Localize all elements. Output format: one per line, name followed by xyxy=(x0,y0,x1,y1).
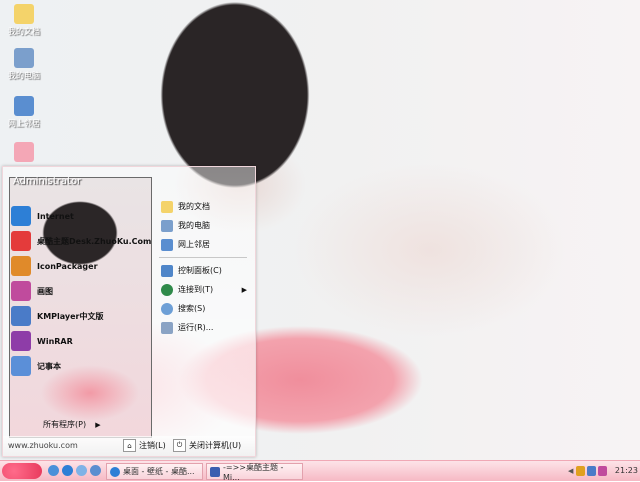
network-tray-icon[interactable] xyxy=(587,465,597,476)
start-menu-footer: www.zhuoku.com ⌂ 注销(L) ⏻ 关闭计算机(U) xyxy=(3,436,255,456)
system-run[interactable]: 运行(R)... xyxy=(155,318,251,337)
shutdown-button[interactable]: ⏻ 关闭计算机(U) xyxy=(173,439,241,452)
system-tray: ◀ 21:23 xyxy=(568,463,638,478)
system-control-panel[interactable]: 控制面板(C) xyxy=(155,261,251,280)
shutdown-label: 关闭计算机(U) xyxy=(189,441,242,450)
place-network[interactable]: 网上邻居 xyxy=(155,235,251,254)
desktop-icon-label: 我的文档 xyxy=(8,27,40,36)
taskbar-button-document[interactable]: -=>>桌酷主题 - Mi... xyxy=(206,462,303,482)
desktop-icon-my-computer[interactable]: 我的电脑 xyxy=(2,48,46,81)
place-my-computer[interactable]: 我的电脑 xyxy=(155,216,251,235)
all-programs-button[interactable]: 所有程序(P) ▶ xyxy=(43,419,101,430)
desktop-icon-my-documents[interactable]: 我的文档 xyxy=(2,4,46,37)
program-winrar[interactable]: WinRAR xyxy=(11,330,73,352)
program-label: WinRAR xyxy=(37,336,73,346)
desktop-icon-label: 网上邻居 xyxy=(8,119,40,128)
iconpackager-icon xyxy=(11,256,31,276)
taskbar: 桌面 - 壁纸 - 桌酷... -=>>桌酷主题 - Mi... ◀ 21:23 xyxy=(0,460,640,482)
start-menu: Administrator Internet 桌酷主题Desk.ZhuoKu.C… xyxy=(2,166,256,457)
desktop-icon-network[interactable]: 网上邻居 xyxy=(2,96,46,129)
desktop-icon-label: 我的电脑 xyxy=(8,71,40,80)
ie-quicklaunch-icon[interactable] xyxy=(62,465,73,476)
media-quicklaunch-icon[interactable] xyxy=(76,465,87,476)
zhuoku-icon xyxy=(11,231,31,251)
computer-icon xyxy=(14,48,34,68)
start-menu-places-pane: 我的文档 我的电脑 网上邻居 控制面板(C) 连接到(T) ▶ 搜索(S) 运行… xyxy=(155,197,251,337)
place-my-documents[interactable]: 我的文档 xyxy=(155,197,251,216)
network-icon xyxy=(14,96,34,116)
program-kmplayer[interactable]: KMPlayer中文版 xyxy=(11,305,104,327)
place-label: 网上邻居 xyxy=(178,240,210,249)
system-label: 控制面板(C) xyxy=(178,266,222,275)
start-button[interactable] xyxy=(2,463,42,479)
program-label: 桌酷主题Desk.ZhuoKu.Com xyxy=(37,236,152,246)
website-label: www.zhuoku.com xyxy=(8,441,78,450)
system-label: 连接到(T) xyxy=(178,285,214,294)
explorer-quicklaunch-icon[interactable] xyxy=(90,465,101,476)
winrar-icon xyxy=(11,331,31,351)
network-icon xyxy=(161,238,173,251)
run-icon xyxy=(161,321,173,334)
chevron-right-icon: ▶ xyxy=(88,421,101,429)
program-label: Internet xyxy=(37,211,74,221)
program-zhuoku[interactable]: 桌酷主题Desk.ZhuoKu.Com xyxy=(11,230,151,252)
power-icon: ⏻ xyxy=(173,439,186,452)
folder-icon xyxy=(14,4,34,24)
user-name: Administrator xyxy=(13,176,82,187)
all-programs-label: 所有程序(P) xyxy=(43,420,87,429)
task-label: -=>>桌酷主题 - Mi... xyxy=(223,462,284,482)
place-label: 我的电脑 xyxy=(178,221,210,230)
program-label: 记事本 xyxy=(37,361,61,371)
browser-icon xyxy=(110,466,120,477)
kmplayer-icon xyxy=(11,306,31,326)
chevron-left-icon[interactable]: ◀ xyxy=(568,467,573,475)
chevron-right-icon: ▶ xyxy=(241,285,247,294)
logoff-label: 注销(L) xyxy=(139,441,166,450)
taskbar-button-browser[interactable]: 桌面 - 壁纸 - 桌酷... xyxy=(106,463,203,480)
system-label: 搜索(S) xyxy=(178,304,206,313)
ie-icon xyxy=(11,206,31,226)
program-iconpackager[interactable]: IconPackager xyxy=(11,255,98,277)
logoff-icon: ⌂ xyxy=(123,439,136,452)
volume-tray-icon[interactable] xyxy=(598,465,607,476)
notepad-icon xyxy=(11,356,31,376)
program-paint[interactable]: 画图 xyxy=(11,280,53,302)
program-label: IconPackager xyxy=(37,261,98,271)
program-label: 画图 xyxy=(37,286,53,296)
qq-tray-icon[interactable] xyxy=(576,465,586,476)
connect-icon xyxy=(161,283,173,296)
system-search[interactable]: 搜索(S) xyxy=(155,299,251,318)
program-label: KMPlayer中文版 xyxy=(37,311,104,321)
word-icon xyxy=(210,466,220,477)
place-label: 我的文档 xyxy=(178,202,210,211)
show-desktop-icon[interactable] xyxy=(48,465,59,476)
system-label: 运行(R)... xyxy=(178,323,214,332)
desktop-icon-recycle-bin[interactable] xyxy=(2,142,46,164)
system-connect-to[interactable]: 连接到(T) ▶ xyxy=(155,280,251,299)
control-panel-icon xyxy=(161,264,173,277)
folder-icon xyxy=(161,200,173,213)
clock[interactable]: 21:23 xyxy=(615,466,638,475)
program-notepad[interactable]: 记事本 xyxy=(11,355,61,377)
task-label: 桌面 - 壁纸 - 桌酷... xyxy=(123,467,195,476)
program-internet[interactable]: Internet xyxy=(11,205,74,227)
search-icon xyxy=(161,302,173,315)
logoff-button[interactable]: ⌂ 注销(L) xyxy=(123,439,166,452)
menu-separator xyxy=(159,257,247,258)
recycle-bin-icon xyxy=(14,142,34,162)
paint-icon xyxy=(11,281,31,301)
computer-icon xyxy=(161,219,173,232)
